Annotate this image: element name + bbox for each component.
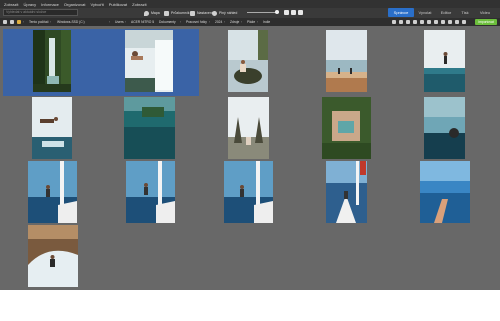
- thumbnail-image: [322, 97, 371, 159]
- menu-item[interactable]: Vytvořit: [91, 2, 104, 7]
- tab-editor[interactable]: Editor: [436, 8, 456, 17]
- thumbnail-grid: [0, 26, 500, 290]
- map-pin-icon: [144, 10, 149, 16]
- thumbnail-cell[interactable]: [297, 96, 395, 163]
- full-view-label: Plný náhled: [219, 11, 238, 15]
- menu-item[interactable]: Zobrazit: [4, 2, 18, 7]
- thumbnail-image: [126, 161, 175, 223]
- thumbnail-image: [125, 30, 173, 92]
- list-view-icon[interactable]: [291, 10, 296, 15]
- breadcrumb-item[interactable]: Zdroje: [228, 19, 239, 25]
- breadcrumb-item[interactable]: ACER NITRO 5: [129, 19, 154, 25]
- thumbnail-image: [28, 225, 78, 287]
- delete-icon[interactable]: [434, 20, 438, 24]
- thumbnail-cell[interactable]: [101, 160, 199, 227]
- app-window: Zobrazit Úpravy Informace Organizovat Vy…: [0, 0, 500, 290]
- rotate-icon[interactable]: [427, 20, 431, 24]
- folder-icon[interactable]: [3, 20, 7, 24]
- copy-icon[interactable]: [413, 20, 417, 24]
- breadcrumb-item[interactable]: Indie: [261, 19, 270, 25]
- menu-item[interactable]: Informace: [41, 2, 59, 7]
- menu-bar: Zobrazit Úpravy Informace Organizovat Vy…: [0, 0, 500, 8]
- explorer-label: Průzkumník: [171, 11, 190, 15]
- thumbnail-cell[interactable]: [297, 160, 395, 227]
- tab-video[interactable]: Video: [474, 8, 496, 17]
- breadcrumb: › Tento počítač › Windows-SSD (C:) › Use…: [0, 18, 500, 26]
- info-icon[interactable]: [441, 20, 445, 24]
- thumbnail-cell[interactable]: [101, 29, 199, 96]
- thumbnail-cell[interactable]: [297, 29, 395, 96]
- thumbnail-cell[interactable]: [395, 29, 493, 96]
- explorer-button[interactable]: Průzkumník: [164, 9, 189, 17]
- breadcrumb-item[interactable]: Windows-SSD (C:): [55, 19, 85, 25]
- map-label: Mapa: [151, 11, 160, 15]
- star-icon[interactable]: [17, 20, 21, 24]
- breadcrumb-item[interactable]: Tento počítač: [27, 19, 49, 25]
- settings-label: Nastavení: [197, 11, 213, 15]
- thumbnail-cell[interactable]: [395, 96, 493, 163]
- map-button[interactable]: Mapa: [144, 9, 160, 17]
- thumbnail-cell[interactable]: [101, 96, 199, 163]
- thumbnail-image: [28, 161, 77, 223]
- tab-develop[interactable]: Vyvolat: [414, 8, 436, 17]
- thumbnail-cell[interactable]: [3, 160, 101, 227]
- import-button[interactable]: Importovat: [475, 19, 497, 25]
- sort-icon[interactable]: [392, 20, 396, 24]
- tab-manager[interactable]: Správce: [388, 8, 414, 17]
- thumbnail-cell[interactable]: [395, 160, 493, 227]
- thumbnail-image: [424, 30, 465, 92]
- refresh-icon[interactable]: [462, 20, 466, 24]
- breadcrumb-item[interactable]: Pracovní fotky: [184, 19, 207, 25]
- menu-item[interactable]: Zobrazit: [132, 2, 146, 7]
- breadcrumb-item[interactable]: Dokumenty: [157, 19, 176, 25]
- new-folder-icon[interactable]: [406, 20, 410, 24]
- search-input[interactable]: Vyhledat v aktuální složce: [3, 9, 78, 16]
- thumbnail-image: [424, 97, 465, 159]
- menu-item[interactable]: Publikovat: [109, 2, 127, 7]
- breadcrumb-item[interactable]: 2024: [213, 19, 222, 25]
- thumbnail-image: [33, 30, 71, 92]
- breadcrumb-item[interactable]: Pláže: [245, 19, 255, 25]
- slider-knob[interactable]: [275, 10, 279, 14]
- more-icon[interactable]: [455, 20, 459, 24]
- tab-print[interactable]: Tisk: [456, 8, 474, 17]
- grid-view-icon[interactable]: [284, 10, 289, 15]
- folder-icon: [164, 10, 169, 16]
- eye-icon: [212, 10, 217, 16]
- full-view-button[interactable]: Plný náhled: [212, 9, 237, 17]
- thumbnail-cell[interactable]: [3, 224, 101, 290]
- up-arrow-icon[interactable]: [10, 20, 14, 24]
- menu-item[interactable]: Organizovat: [64, 2, 86, 7]
- settings-button[interactable]: Nastavení: [190, 9, 213, 17]
- thumbnail-cell[interactable]: [199, 29, 297, 96]
- share-icon[interactable]: [448, 20, 452, 24]
- breadcrumb-item[interactable]: Users: [113, 19, 124, 25]
- menu-item[interactable]: Úpravy: [23, 2, 36, 7]
- thumbnail-image: [124, 97, 175, 159]
- thumbnail-image: [228, 30, 268, 92]
- thumbnail-image: [326, 30, 367, 92]
- move-icon[interactable]: [420, 20, 424, 24]
- details-view-icon[interactable]: [298, 10, 303, 15]
- thumbnail-cell[interactable]: [3, 96, 101, 163]
- thumbnail-cell[interactable]: [3, 29, 101, 96]
- thumbnail-image: [420, 161, 470, 223]
- thumbnail-image: [326, 161, 367, 223]
- thumbnail-image: [32, 97, 72, 159]
- thumbnail-cell[interactable]: [199, 96, 297, 163]
- thumbnail-image: [228, 97, 269, 159]
- folder-icon: [190, 10, 195, 16]
- thumbnail-cell[interactable]: [199, 160, 297, 227]
- filter-icon[interactable]: [399, 20, 403, 24]
- thumbnail-image: [224, 161, 273, 223]
